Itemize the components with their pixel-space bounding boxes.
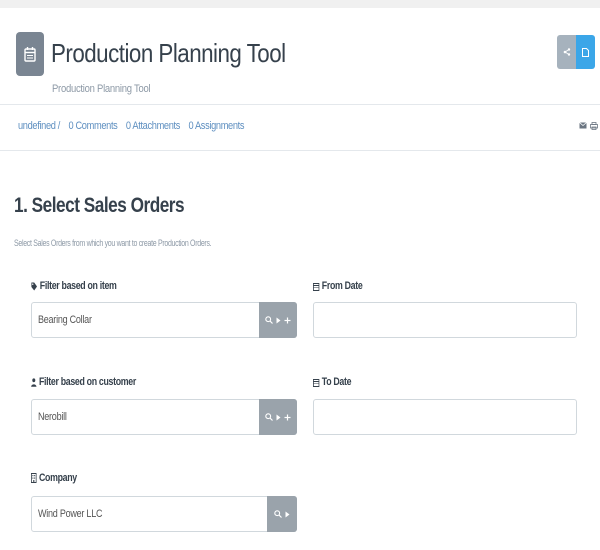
calendar-icon (16, 32, 44, 76)
page-subtitle: Production Planning Tool (52, 83, 151, 95)
item-filter-field[interactable]: Bearing Collar (31, 302, 297, 338)
item-filter-input[interactable]: Bearing Collar (32, 303, 259, 337)
share-icon (563, 48, 570, 56)
company-input[interactable]: Wind Power LLC (32, 497, 267, 531)
email-icon[interactable] (579, 122, 587, 129)
assignments-link[interactable]: 0 Assignments (188, 120, 244, 132)
calendar-icon (313, 378, 320, 387)
company-label-text: Company (39, 472, 77, 484)
customer-filter-field[interactable]: Nerobill (31, 399, 297, 435)
share-button[interactable] (557, 35, 576, 69)
item-filter-label: Filter based on item (31, 280, 117, 292)
plus-icon[interactable] (284, 317, 291, 324)
meta-icons (579, 122, 598, 130)
company-label: Company (31, 472, 77, 484)
search-icon[interactable] (265, 413, 273, 421)
top-strip (0, 0, 600, 8)
breadcrumb-link[interactable]: undefined / (18, 120, 60, 132)
company-field[interactable]: Wind Power LLC (31, 496, 297, 532)
to-date-label-text: To Date (321, 376, 352, 388)
page-title: Production Planning Tool (51, 38, 286, 68)
play-icon[interactable] (276, 414, 281, 421)
customer-filter-label: Filter based on customer (31, 376, 136, 388)
document-icon (582, 47, 589, 57)
item-filter-label-text: Filter based on item (39, 280, 117, 292)
customer-filter-input[interactable]: Nerobill (32, 400, 259, 434)
from-date-label: From Date (313, 280, 363, 292)
customer-filter-addon (259, 399, 297, 435)
section-description: Select Sales Orders from which you want … (14, 238, 212, 248)
play-icon[interactable] (276, 317, 281, 324)
play-icon[interactable] (285, 511, 290, 518)
attachments-link[interactable]: 0 Attachments (126, 120, 181, 132)
meta-bar: undefined / 0 Comments 0 Attachments 0 A… (0, 104, 600, 151)
from-date-label-text: From Date (321, 280, 363, 292)
header-button-group (557, 35, 595, 69)
plus-icon[interactable] (284, 414, 291, 421)
meta-links: undefined / 0 Comments 0 Attachments 0 A… (18, 120, 245, 132)
user-icon (31, 377, 37, 387)
to-date-input[interactable] (313, 399, 577, 435)
from-date-input[interactable] (313, 302, 577, 338)
comments-link[interactable]: 0 Comments (68, 120, 117, 132)
document-button[interactable] (576, 35, 595, 69)
building-icon (31, 473, 37, 483)
print-icon[interactable] (590, 122, 598, 130)
item-filter-addon (259, 302, 297, 338)
calendar-icon (313, 282, 320, 291)
section-title: 1. Select Sales Orders (14, 194, 185, 217)
search-icon[interactable] (265, 316, 273, 324)
search-icon[interactable] (274, 510, 282, 518)
to-date-label: To Date (313, 376, 352, 388)
tag-icon (31, 282, 37, 290)
customer-filter-label-text: Filter based on customer (39, 376, 136, 388)
company-addon (267, 496, 297, 532)
page-header: Production Planning Tool Production Plan… (0, 8, 600, 104)
